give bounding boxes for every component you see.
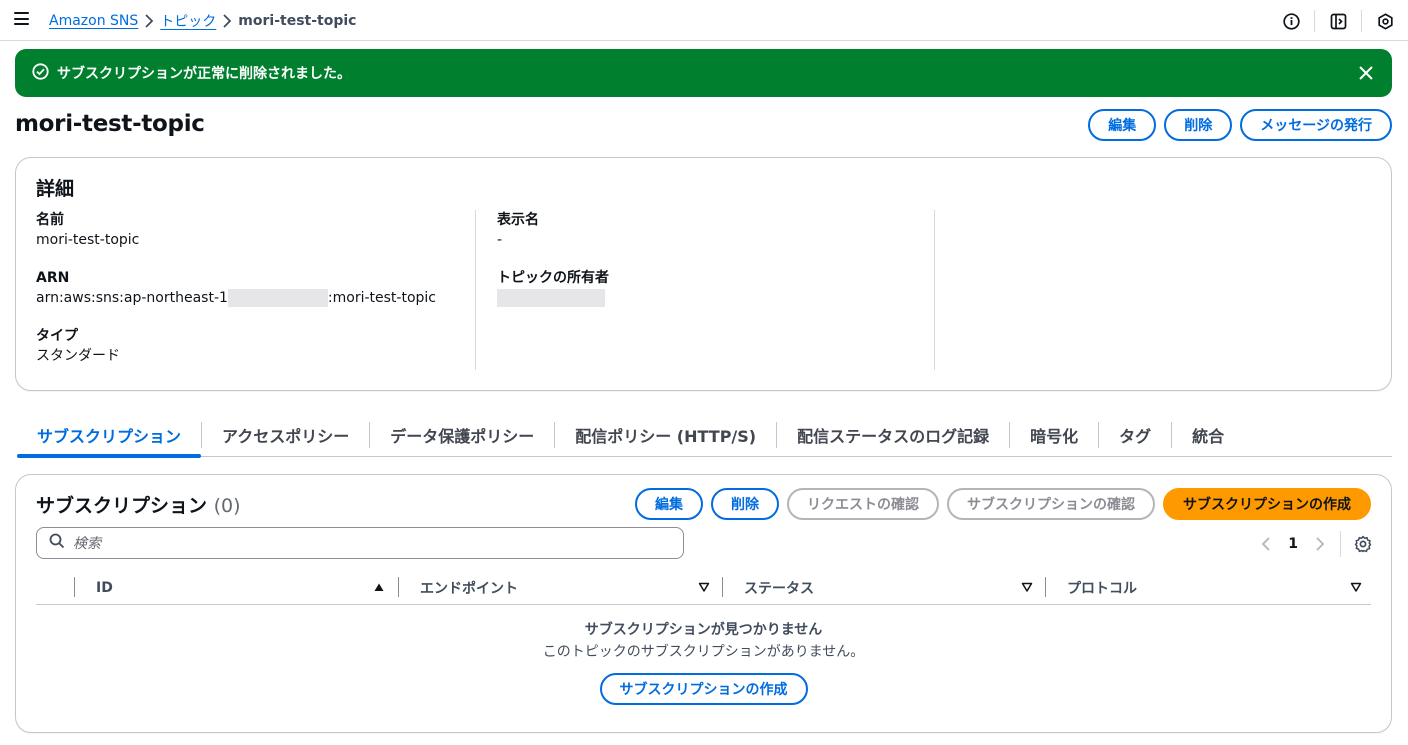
subscriptions-panel: サブスクリプション (0) 編集 削除 リクエストの確認 サブスクリプションの確…	[15, 474, 1392, 733]
type-value: スタンダード	[36, 348, 120, 364]
arn-suffix: :mori-test-topic	[327, 290, 436, 306]
empty-description: このトピックのサブスクリプションがありません。	[542, 644, 865, 660]
details-title: 詳細	[36, 178, 75, 200]
name-value: mori-test-topic	[36, 232, 140, 248]
edit-subscription-button[interactable]: 編集	[635, 488, 703, 520]
search-input[interactable]: 検索	[36, 527, 684, 559]
display-name-label: 表示名	[497, 212, 539, 228]
tab-tags[interactable]: タグ	[1099, 414, 1171, 456]
topic-tabs: サブスクリプション アクセスポリシー データ保護ポリシー 配信ポリシー (HTT…	[17, 414, 1392, 458]
sort-icon[interactable]	[698, 581, 710, 593]
settings-icon[interactable]	[1376, 12, 1394, 30]
column-protocol[interactable]: プロトコル	[1067, 571, 1137, 604]
publish-message-button[interactable]: メッセージの発行	[1240, 109, 1392, 141]
panel-icon[interactable]	[1329, 12, 1347, 30]
close-icon[interactable]	[1357, 64, 1375, 82]
flash-message: サブスクリプションが正常に削除されました。	[57, 66, 351, 82]
search-icon	[49, 533, 65, 553]
column-id[interactable]: ID	[96, 571, 113, 604]
redacted-account-id	[227, 289, 328, 307]
tab-delivery-policy[interactable]: 配信ポリシー (HTTP/S)	[555, 414, 776, 456]
current-page[interactable]: 1	[1288, 536, 1298, 552]
info-icon[interactable]	[1282, 12, 1300, 30]
confirm-request-button[interactable]: リクエストの確認	[787, 488, 939, 520]
page-title: mori-test-topic	[15, 111, 205, 137]
column-status[interactable]: ステータス	[744, 571, 814, 604]
breadcrumb-sns[interactable]: Amazon SNS	[49, 13, 138, 29]
table-header: ID エンドポイント ステータス プロトコル	[36, 571, 1371, 605]
check-circle-icon	[32, 62, 49, 84]
display-name-value: -	[497, 232, 503, 248]
sort-icon[interactable]	[1021, 581, 1033, 593]
owner-value	[497, 288, 935, 308]
column-endpoint[interactable]: エンドポイント	[420, 571, 518, 604]
subscriptions-title-text: サブスクリプション	[36, 495, 208, 517]
sort-icon[interactable]	[1350, 581, 1362, 593]
tab-integrations[interactable]: 統合	[1172, 414, 1244, 456]
delete-topic-button[interactable]: 削除	[1164, 109, 1233, 141]
breadcrumb-current: mori-test-topic	[238, 13, 357, 29]
tab-delivery-status-logging[interactable]: 配信ステータスのログ記録	[777, 414, 1009, 456]
delete-subscription-button[interactable]: 削除	[711, 488, 779, 520]
tab-encryption[interactable]: 暗号化	[1010, 414, 1098, 456]
create-subscription-button[interactable]: サブスクリプションの作成	[1163, 488, 1371, 520]
arn-value: arn:aws:sns:ap-northeast-1 :mori-test-top…	[36, 288, 476, 308]
next-page-icon[interactable]	[1308, 532, 1332, 556]
tab-subscriptions[interactable]: サブスクリプション	[17, 414, 202, 458]
search-placeholder: 検索	[73, 536, 101, 552]
tab-access-policy[interactable]: アクセスポリシー	[202, 414, 369, 456]
breadcrumb: Amazon SNS トピック mori-test-topic	[49, 11, 356, 31]
sort-ascending-icon[interactable]	[373, 581, 385, 593]
arn-label: ARN	[36, 270, 70, 286]
edit-topic-button[interactable]: 編集	[1088, 109, 1157, 141]
subscriptions-title: サブスクリプション (0)	[36, 491, 241, 518]
chevron-right-icon	[216, 14, 238, 28]
type-label: タイプ	[36, 328, 78, 344]
confirm-subscription-button[interactable]: サブスクリプションの確認	[947, 488, 1155, 520]
details-panel: 詳細 名前 mori-test-topic ARN arn:aws:sns:ap…	[15, 157, 1392, 391]
name-label: 名前	[36, 212, 64, 228]
arn-prefix: arn:aws:sns:ap-northeast-1	[36, 290, 228, 306]
tab-data-protection-policy[interactable]: データ保護ポリシー	[370, 414, 554, 456]
owner-label: トピックの所有者	[497, 270, 609, 286]
top-navigation: Amazon SNS トピック mori-test-topic	[0, 0, 1408, 41]
gear-icon[interactable]	[1351, 532, 1375, 556]
chevron-right-icon	[138, 14, 160, 28]
empty-title: サブスクリプションが見つかりません	[584, 622, 823, 638]
empty-state: サブスクリプションが見つかりません このトピックのサブスクリプションがありません…	[36, 619, 1371, 705]
pagination: 1	[1254, 531, 1375, 557]
previous-page-icon[interactable]	[1254, 532, 1278, 556]
subscriptions-count: (0)	[213, 495, 241, 517]
breadcrumb-topics[interactable]: トピック	[160, 11, 216, 31]
redacted-owner	[497, 289, 605, 307]
menu-icon[interactable]	[14, 12, 29, 25]
success-flash: サブスクリプションが正常に削除されました。	[15, 49, 1392, 97]
empty-create-subscription-button[interactable]: サブスクリプションの作成	[599, 673, 808, 705]
